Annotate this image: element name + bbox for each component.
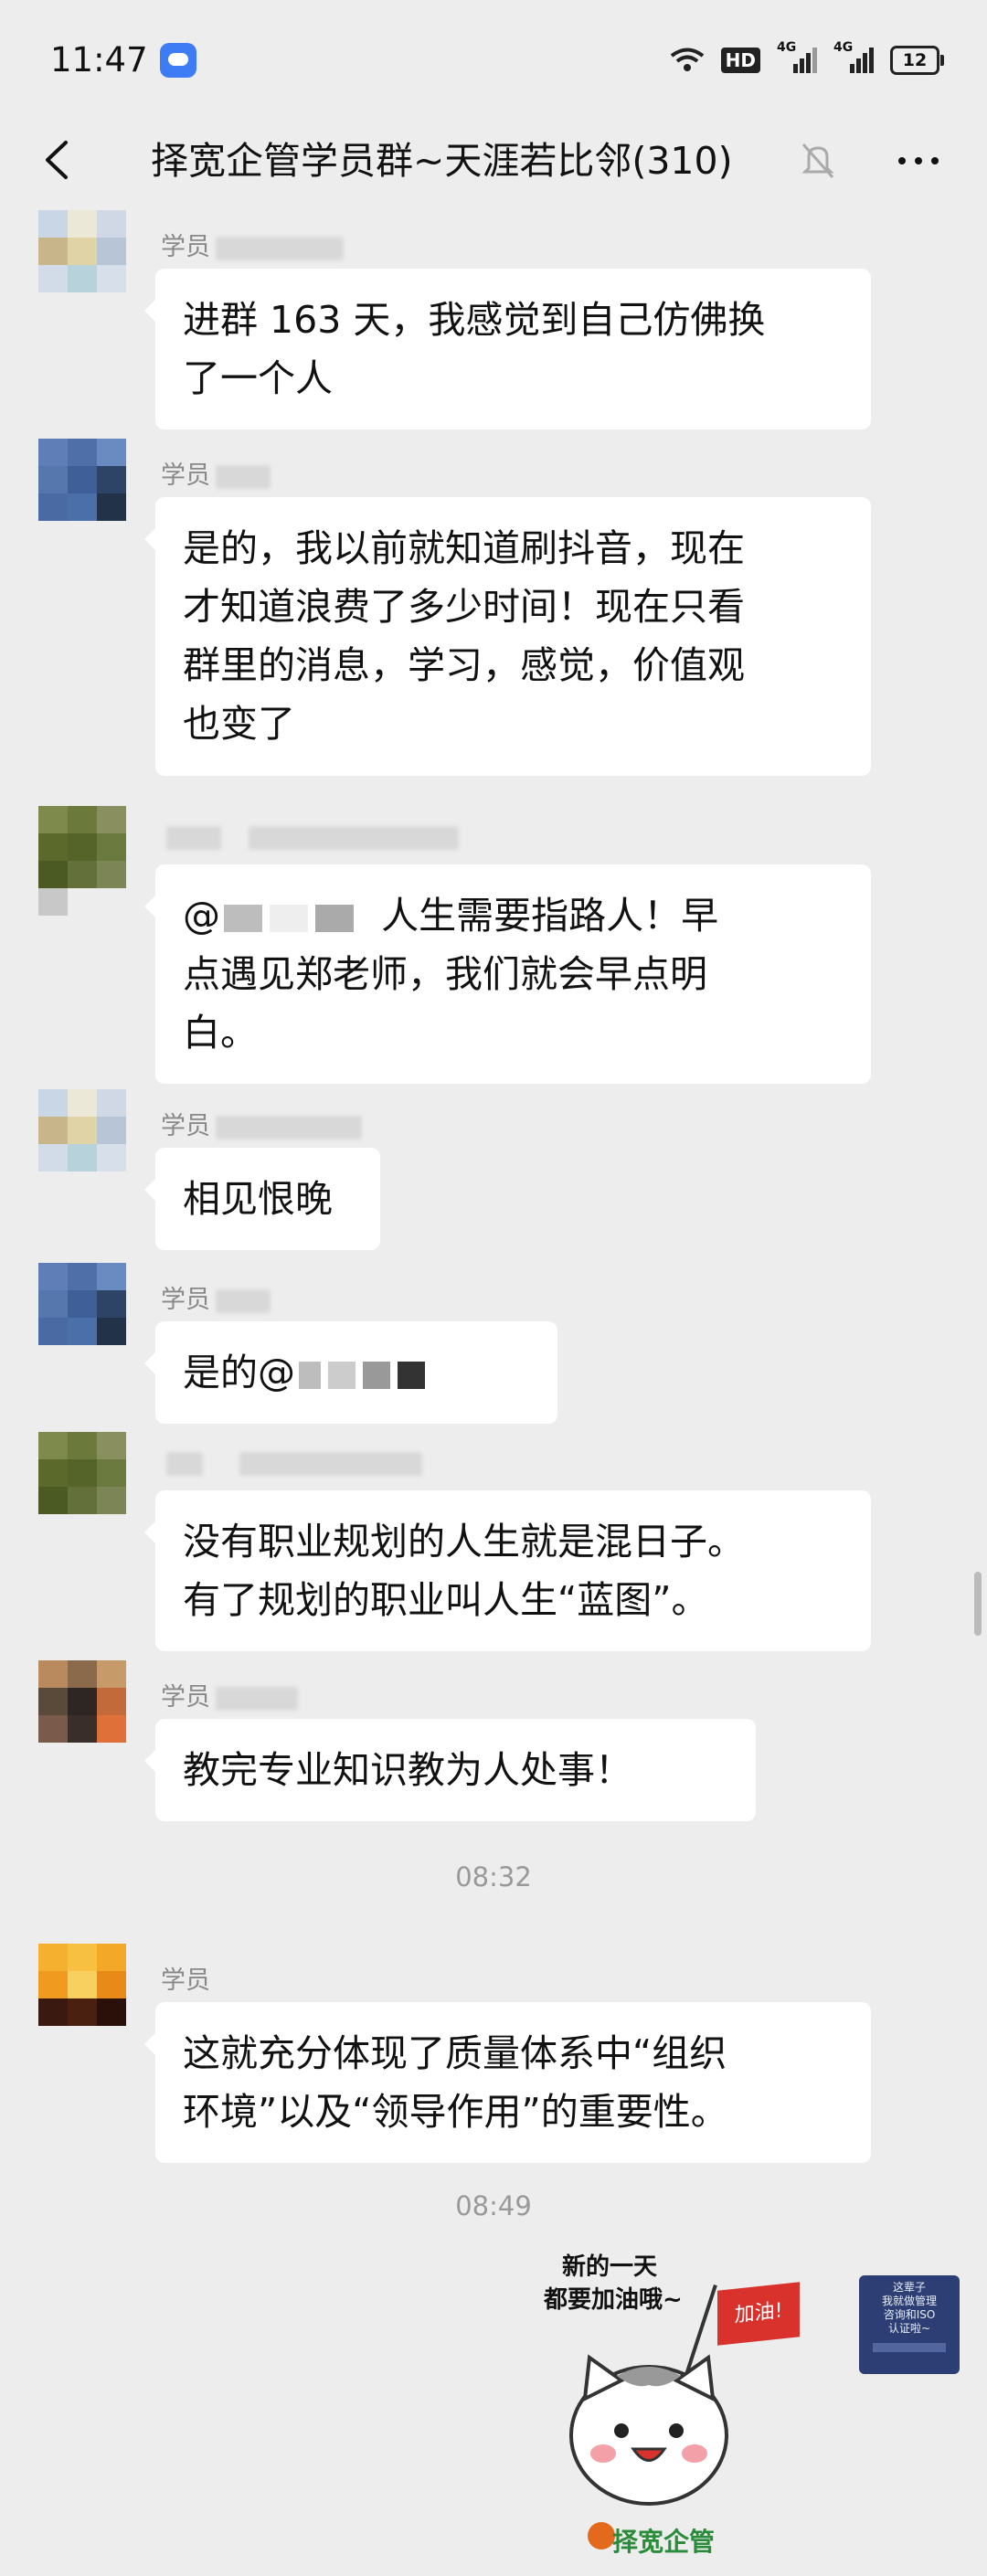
message-bubble[interactable]: 进群 163 天，我感觉到自己仿佛换 了一个人 <box>144 269 871 429</box>
avatar[interactable] <box>38 806 126 916</box>
avatar[interactable] <box>38 1089 126 1199</box>
notification-app-icon <box>160 43 196 78</box>
message-text: 是的，我以前就知道刷抖音，现在 <box>183 526 745 570</box>
chat-title: 择宽企管学员群~天涯若比邻(310) <box>151 139 733 183</box>
mute-bell-icon <box>800 141 836 181</box>
cat-mascot-icon <box>569 2354 728 2506</box>
brand-name: 择宽企管 <box>612 2527 716 2557</box>
hd-voice-icon: HD <box>720 48 760 73</box>
message-text: 是的@ <box>183 1343 530 1402</box>
message-text: 没有职业规划的人生就是混日子。 <box>183 1520 745 1564</box>
card-text: 这辈子 <box>892 2281 926 2294</box>
more-dot <box>915 157 922 164</box>
status-bar: 11:47 HD 4G 4G 12 <box>0 0 987 119</box>
sender-name: 学员 <box>161 1279 271 1315</box>
sticker-caption: 都要加油哦~ <box>544 2286 683 2314</box>
message-bubble[interactable]: 是的@ <box>144 1321 557 1424</box>
message-text: 也变了 <box>183 702 295 746</box>
message-bubble[interactable]: 是的，我以前就知道刷抖音，现在 才知道浪费了多少时间！现在只看 群里的消息，学习… <box>144 497 871 776</box>
chat-header: 择宽企管学员群~天涯若比邻(310) <box>0 119 987 203</box>
chat-message-list[interactable]: 学员 进群 163 天，我感觉到自己仿佛换 了一个人 学员 是的，我以前就知道刷… <box>0 203 987 2576</box>
message-bubble[interactable]: 没有职业规划的人生就是混日子。 有了规划的职业叫人生“蓝图”。 <box>144 1490 871 1651</box>
message-text: 相见恨晚 <box>183 1177 333 1221</box>
more-dot <box>931 157 939 164</box>
message-text: 了一个人 <box>183 356 333 400</box>
message-bubble[interactable]: 相见恨晚 <box>144 1148 380 1250</box>
card-text: 认证啦~ <box>887 2322 931 2335</box>
signal-icon-sim1: 4G <box>777 40 817 75</box>
card-text: 我就做管理 <box>881 2295 937 2307</box>
message-text: 才知道浪费了多少时间！现在只看 <box>183 585 745 629</box>
scrollbar-thumb[interactable] <box>974 1572 982 1636</box>
card-text: 咨询和ISO <box>883 2308 936 2321</box>
avatar[interactable] <box>38 439 126 548</box>
message-bubble[interactable]: 这就充分体现了质量体系中“组织 环境”以及“领导作用”的重要性。 <box>144 2002 871 2163</box>
message-bubble[interactable]: 教完专业知识教为人处事！ <box>144 1719 756 1821</box>
timestamp: 08:49 <box>455 2190 532 2221</box>
avatar[interactable] <box>38 1432 126 1542</box>
message-text: 点遇见郑老师，我们就会早点明 <box>183 952 707 996</box>
sticker-caption: 新的一天 <box>562 2253 658 2281</box>
message-text: 群里的消息，学习，感觉，价值观 <box>183 643 745 687</box>
avatar[interactable] <box>38 1944 126 2053</box>
brand-logo-icon <box>588 2522 615 2549</box>
sticker-image[interactable]: 新的一天 都要加油哦~ 加油! 择宽企管 <box>525 2248 845 2576</box>
chevron-left-icon <box>46 141 68 179</box>
sender-name: 学员 <box>161 227 344 262</box>
message-text: @ 人生需要指路人！早 <box>183 894 719 938</box>
more-options-button[interactable] <box>886 135 950 186</box>
card-decoration <box>873 2343 946 2352</box>
signal-icon-sim2: 4G <box>833 40 874 75</box>
message-text: 环境”以及“领导作用”的重要性。 <box>183 2090 728 2134</box>
wifi-icon <box>670 48 705 73</box>
message-text: 这就充分体现了质量体系中“组织 <box>183 2031 727 2075</box>
avatar[interactable] <box>38 210 126 320</box>
sender-name: 学员 <box>161 1677 298 1712</box>
message-text: 白。 <box>183 1011 258 1055</box>
sender-name: 学员 <box>161 1966 210 1995</box>
battery-icon: 12 <box>890 46 944 75</box>
message-text: 进群 163 天，我感觉到自己仿佛换 <box>183 298 766 342</box>
back-button[interactable] <box>27 128 91 192</box>
sender-name: 学员 <box>161 455 271 491</box>
card-thumbnail[interactable]: 这辈子 我就做管理 咨询和ISO 认证啦~ <box>859 2275 960 2374</box>
message-bubble[interactable]: @ 人生需要指路人！早 点遇见郑老师，我们就会早点明 白。 <box>144 864 871 1084</box>
sender-name: 学员 <box>161 1106 362 1141</box>
timestamp: 08:32 <box>455 1861 532 1892</box>
sender-name <box>161 822 459 851</box>
status-time: 11:47 <box>50 40 148 80</box>
message-text: 教完专业知识教为人处事！ <box>183 1748 632 1792</box>
avatar[interactable] <box>38 1263 126 1373</box>
status-icons: HD 4G 4G 12 <box>670 40 944 77</box>
message-text: 有了规划的职业叫人生“蓝图”。 <box>183 1578 709 1622</box>
avatar[interactable] <box>38 1660 126 1770</box>
sender-name <box>161 1448 422 1477</box>
more-dot <box>898 157 906 164</box>
